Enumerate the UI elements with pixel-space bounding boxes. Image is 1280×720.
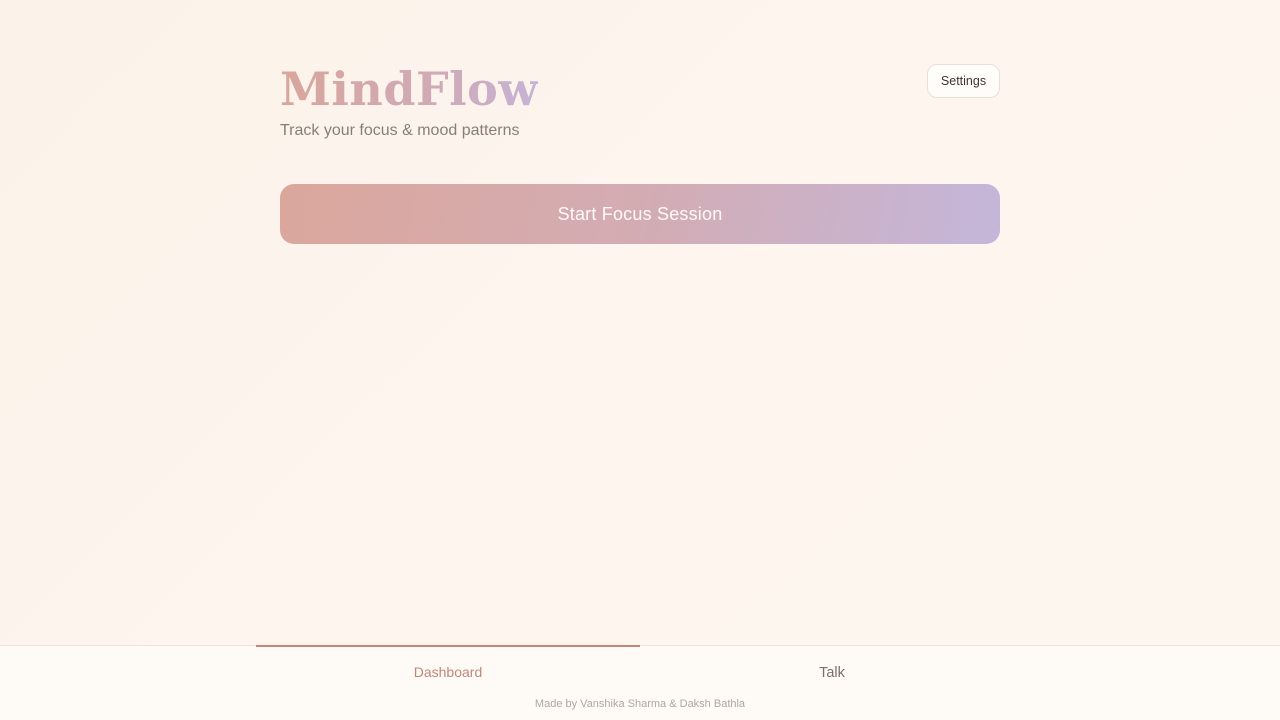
settings-button[interactable]: Settings (927, 64, 1000, 98)
tab-dashboard[interactable]: Dashboard (256, 645, 640, 698)
bottom-nav-bar: Dashboard Talk Made by Vanshika Sharma &… (0, 645, 1280, 720)
footer-credit: Made by Vanshika Sharma & Daksh Bathla (534, 698, 746, 710)
tab-talk[interactable]: Talk (640, 646, 1024, 698)
start-focus-session-button[interactable]: Start Focus Session (280, 184, 1000, 244)
app-subtitle: Track your focus & mood patterns (280, 122, 520, 139)
app-title: MindFlow (280, 62, 539, 116)
main-container: MindFlow Track your focus & mood pattern… (280, 0, 1000, 645)
